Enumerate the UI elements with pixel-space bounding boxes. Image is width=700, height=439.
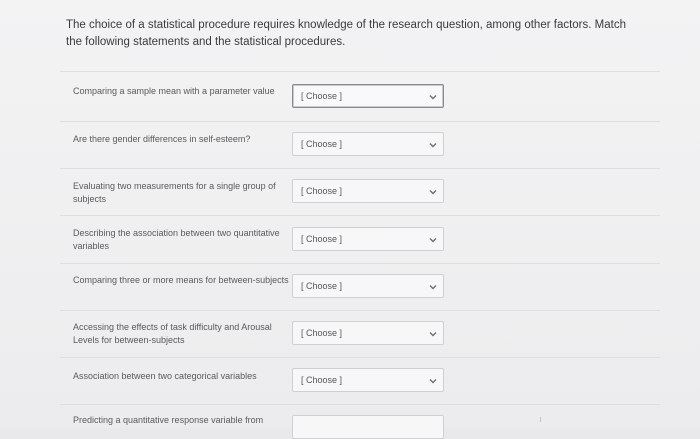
quiz-page: The choice of a statistical procedure re… <box>0 0 700 439</box>
select-value: [ Choose ] <box>301 328 343 338</box>
select-value: [ Choose ] <box>301 91 343 101</box>
match-statement: Accessing the effects of task difficulty… <box>73 322 272 345</box>
row-divider <box>60 215 660 216</box>
chevron-down-icon <box>429 190 437 195</box>
select-value: [ Choose ] <box>301 139 343 149</box>
match-statement: Association between two categorical vari… <box>73 371 257 381</box>
select-value: [ Choose ] <box>301 375 343 385</box>
row-divider <box>60 357 660 358</box>
row-divider <box>60 404 660 405</box>
chevron-down-icon <box>429 285 437 290</box>
row-divider <box>60 263 660 264</box>
match-statement: Comparing three or more means for betwee… <box>73 275 289 285</box>
row-divider <box>60 168 660 169</box>
scroll-marker <box>540 417 541 422</box>
chevron-down-icon <box>429 332 437 337</box>
match-select[interactable]: [ Choose ] <box>292 321 444 345</box>
match-select[interactable]: [ Choose ] <box>292 84 444 108</box>
match-select[interactable]: [ Choose ] <box>292 132 444 156</box>
match-statement: Comparing a sample mean with a parameter… <box>73 86 275 96</box>
match-statement: Are there gender differences in self-est… <box>73 134 251 144</box>
row-divider <box>60 310 660 311</box>
match-select[interactable]: [ Choose ] <box>292 368 444 392</box>
match-select[interactable] <box>292 415 444 439</box>
select-value: [ Choose ] <box>301 186 343 196</box>
match-statement: Describing the association between two q… <box>73 228 280 251</box>
chevron-down-icon <box>429 143 437 148</box>
row-divider <box>60 121 660 122</box>
match-statement: Evaluating two measurements for a single… <box>73 181 276 204</box>
select-value: [ Choose ] <box>301 234 343 244</box>
match-select[interactable]: [ Choose ] <box>292 179 444 203</box>
chevron-down-icon <box>429 95 437 100</box>
match-statement: Predicting a quantitative response varia… <box>73 415 264 425</box>
select-value: [ Choose ] <box>301 281 343 291</box>
question-prompt: The choice of a statistical procedure re… <box>66 19 626 48</box>
chevron-down-icon <box>429 238 437 243</box>
match-select[interactable]: [ Choose ] <box>292 274 444 298</box>
match-select[interactable]: [ Choose ] <box>292 227 444 251</box>
chevron-down-icon <box>429 379 437 384</box>
row-divider <box>60 71 660 72</box>
